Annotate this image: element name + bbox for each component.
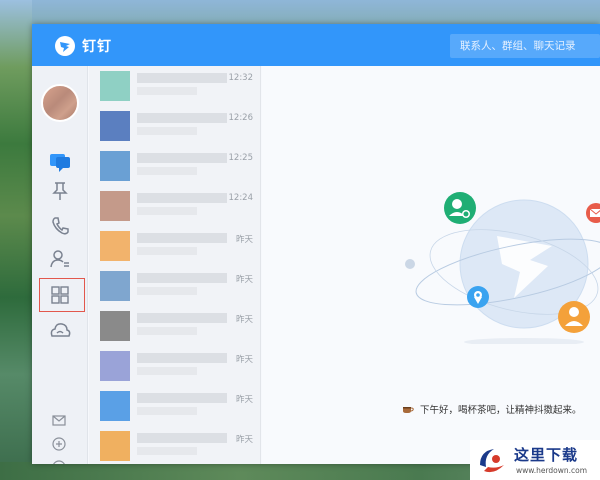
blurred-name — [137, 73, 227, 83]
blurred-name — [137, 353, 227, 363]
blurred-name — [137, 313, 227, 323]
avatar — [100, 271, 130, 301]
blurred-message — [137, 287, 197, 295]
blurred-name — [137, 113, 227, 123]
avatar — [100, 311, 130, 341]
welcome-illustration — [405, 192, 600, 344]
avatar — [100, 151, 130, 181]
blurred-message — [137, 207, 197, 215]
dingtalk-window: 钉钉 联系人、群组、聊天记录 12:32 12:26 12:25 12:24 昨… — [32, 24, 600, 464]
timestamp: 12:25 — [228, 153, 254, 163]
avatar — [100, 431, 130, 461]
minus-icon[interactable] — [51, 459, 67, 464]
blurred-message — [137, 327, 197, 335]
search-input[interactable]: 联系人、群组、聊天记录 — [450, 34, 600, 58]
phone-icon[interactable] — [47, 213, 73, 239]
list-item[interactable]: 12:32 — [89, 66, 260, 106]
timestamp: 昨天 — [235, 315, 253, 325]
pin-icon[interactable] — [47, 178, 73, 204]
timestamp: 昨天 — [235, 435, 253, 445]
blurred-name — [137, 233, 227, 243]
watermark-logo-icon — [480, 449, 504, 473]
dingtalk-logo-icon — [54, 35, 76, 57]
blurred-message — [137, 127, 197, 135]
timestamp: 昨天 — [235, 275, 253, 285]
blurred-message — [137, 247, 197, 255]
timestamp: 12:32 — [228, 73, 254, 83]
blurred-message — [137, 167, 197, 175]
message-icon[interactable] — [47, 148, 73, 174]
list-item[interactable]: 12:26 — [89, 106, 260, 146]
timestamp: 昨天 — [235, 235, 253, 245]
blurred-message — [137, 447, 197, 455]
watermark-title: 这里下载 — [514, 446, 579, 464]
main-panel: 下午好，喝杯茶吧，让精神抖擞起来。 — [262, 66, 600, 464]
avatar — [100, 391, 130, 421]
list-item[interactable]: 12:24 — [89, 186, 260, 226]
mail-icon[interactable] — [51, 412, 67, 428]
sidebar-nav — [32, 66, 88, 464]
cloud-icon[interactable] — [47, 317, 73, 343]
blurred-message — [137, 87, 197, 95]
watermark-url: www.herdown.com — [516, 466, 588, 475]
blurred-name — [137, 193, 227, 203]
list-item[interactable]: 昨天 — [89, 346, 260, 386]
blurred-name — [137, 433, 227, 443]
greeting-message: 下午好，喝杯茶吧，让精神抖擞起来。 — [402, 402, 582, 416]
list-item[interactable]: 昨天 — [89, 226, 260, 266]
avatar — [100, 71, 130, 101]
blurred-name — [137, 153, 227, 163]
timestamp: 12:24 — [228, 193, 254, 203]
list-item[interactable]: 昨天 — [89, 266, 260, 306]
avatar — [100, 111, 130, 141]
app-title: 钉钉 — [82, 39, 112, 55]
desktop-background — [0, 0, 32, 480]
blurred-name — [137, 393, 227, 403]
list-item[interactable]: 昨天 — [89, 386, 260, 426]
avatar — [100, 351, 130, 381]
timestamp: 昨天 — [235, 395, 253, 405]
greeting-text: 下午好，喝杯茶吧，让精神抖擞起来。 — [420, 405, 582, 416]
contacts-icon[interactable] — [47, 246, 73, 272]
add-icon[interactable] — [51, 436, 67, 452]
blurred-message — [137, 407, 197, 415]
timestamp: 12:26 — [228, 113, 254, 123]
conversation-list[interactable]: 12:32 12:26 12:25 12:24 昨天 昨天 昨天 昨天 昨天 昨… — [89, 66, 261, 464]
workbench-icon[interactable] — [47, 282, 73, 308]
blurred-name — [137, 273, 227, 283]
list-item[interactable]: 昨天 — [89, 426, 260, 464]
timestamp: 昨天 — [235, 355, 253, 365]
site-watermark: 这里下载 www.herdown.com — [470, 440, 600, 480]
avatar — [100, 231, 130, 261]
avatar — [100, 191, 130, 221]
title-bar: 钉钉 联系人、群组、聊天记录 — [32, 24, 600, 66]
list-item[interactable]: 12:25 — [89, 146, 260, 186]
blurred-message — [137, 367, 197, 375]
avatar[interactable] — [41, 84, 79, 122]
tea-cup-icon — [403, 407, 414, 413]
list-item[interactable]: 昨天 — [89, 306, 260, 346]
